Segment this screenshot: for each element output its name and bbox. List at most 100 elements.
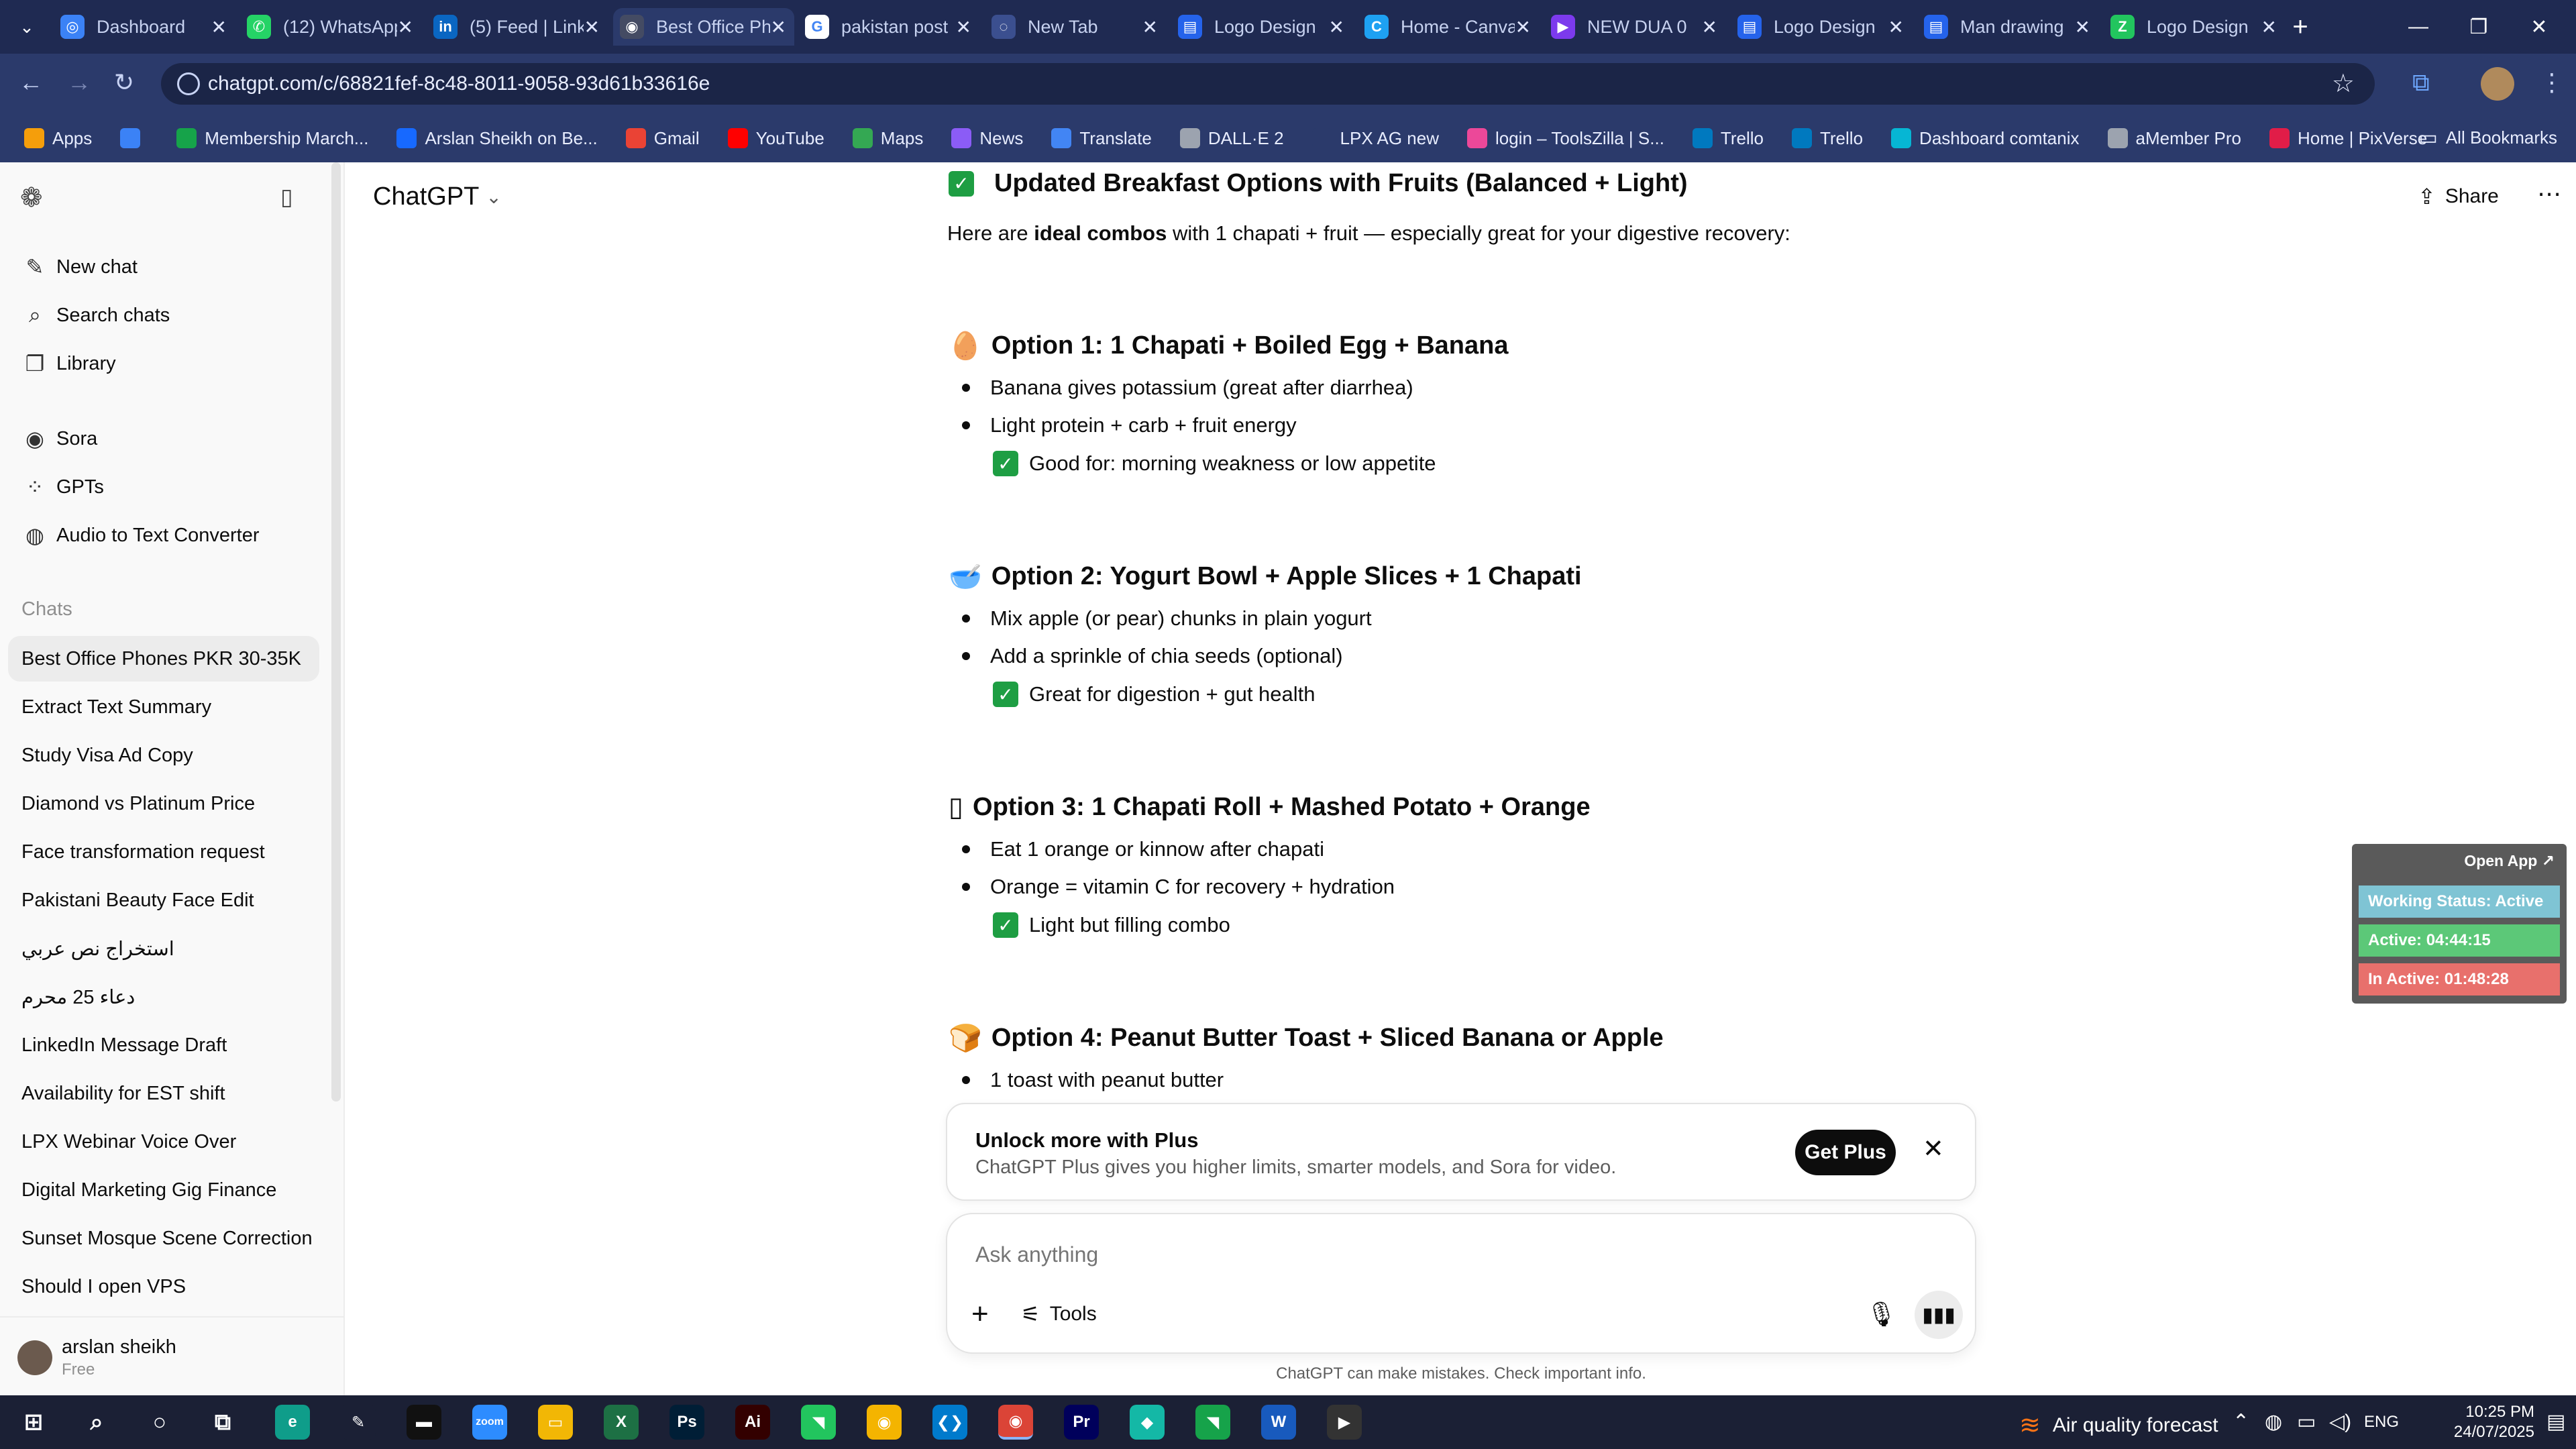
forward-icon[interactable]: → [67, 68, 91, 97]
bookmark-item[interactable]: Maps [852, 128, 923, 149]
restore-icon[interactable]: ❐ [2449, 0, 2509, 54]
tab-close-icon[interactable]: ✕ [211, 16, 227, 38]
app-green2-app-icon[interactable]: ◥ [1195, 1405, 1230, 1440]
omnibox[interactable]: chatgpt.com/c/68821fef-8c48-8011-9058-93… [161, 63, 2375, 105]
edge-app-icon[interactable]: e [275, 1405, 310, 1440]
browser-tab[interactable]: ◎ Dashboard ✕ [54, 8, 235, 46]
app-green-app-icon[interactable]: ◥ [801, 1405, 836, 1440]
bookmark-item[interactable]: Membership March... [176, 128, 368, 149]
browser-tab[interactable]: ▤ Logo Design ✕ [1731, 8, 1912, 46]
browser-tab[interactable]: C Home - Canva ✕ [1358, 8, 1539, 46]
browser-tab[interactable]: ▤ Man drawing ✕ [1917, 8, 2098, 46]
chat-history-item[interactable]: Should I open VPS [8, 1264, 319, 1309]
tab-close-icon[interactable]: ✕ [1515, 16, 1531, 38]
camera-icon[interactable]: ◍ [2265, 1410, 2282, 1434]
premiere-app-icon[interactable]: Pr [1064, 1405, 1099, 1440]
vscode-app-icon[interactable]: ❮❯ [932, 1405, 967, 1440]
sidebar-scrollbar[interactable] [331, 162, 341, 1102]
browser-tab[interactable]: ▤ Logo Design ✕ [1171, 8, 1352, 46]
model-selector[interactable]: ChatGPT ⌄ [373, 182, 502, 211]
browser-tab[interactable]: ◉ Best Office Phones✕ [613, 8, 794, 46]
user-profile[interactable]: arslan sheikh Free [0, 1316, 345, 1395]
chat-history-item[interactable]: Extract Text Summary [8, 684, 319, 730]
get-plus-button[interactable]: Get Plus [1795, 1130, 1896, 1175]
weather-widget[interactable]: ≋ Air quality forecast [2019, 1410, 2218, 1440]
extensions-icon[interactable]: ⧉ [2412, 68, 2430, 97]
chat-history-item[interactable]: LPX Webinar Voice Over [8, 1119, 319, 1165]
pen-app-icon[interactable]: ✎ [341, 1405, 376, 1440]
excel-app-icon[interactable]: X [604, 1405, 639, 1440]
url-text[interactable]: chatgpt.com/c/68821fef-8c48-8011-9058-93… [208, 72, 710, 95]
tab-close-icon[interactable]: ✕ [1702, 16, 1717, 38]
bookmark-item[interactable]: login – ToolsZilla | S... [1466, 128, 1664, 149]
browser-tab[interactable]: Gpakistan post ✕ [798, 8, 979, 46]
chat-history-item[interactable]: Availability for EST shift [8, 1071, 319, 1116]
tab-close-icon[interactable]: ✕ [584, 16, 600, 38]
tools-button[interactable]: ⚟ Tools [1021, 1301, 1097, 1327]
photoshop-app-icon[interactable]: Ps [669, 1405, 704, 1440]
close-icon[interactable]: ✕ [1923, 1134, 1944, 1164]
media-app-icon[interactable]: ▶ [1327, 1405, 1362, 1440]
bookmark-item[interactable]: YouTube [727, 128, 824, 149]
chat-history-item[interactable]: Pakistani Beauty Face Edit [8, 877, 319, 923]
sidebar-item-audio-to-text-converter[interactable]: ◍ Audio to Text Converter [21, 515, 260, 555]
zoom-app-icon[interactable]: zoom [472, 1405, 507, 1440]
bookmark-item[interactable]: aMember Pro [2107, 128, 2241, 149]
back-icon[interactable]: ← [19, 68, 43, 97]
open-app-link[interactable]: Open App ↗ [2464, 852, 2555, 870]
browser-tab[interactable]: ✆ (12) WhatsApp ✕ [240, 8, 421, 46]
illustrator-app-icon[interactable]: Ai [735, 1405, 770, 1440]
browser-tab[interactable]: ▶ NEW DUA 0 ✕ [1544, 8, 1725, 46]
bookmark-item[interactable]: Arslan Sheikh on Be... [396, 128, 598, 149]
tab-close-icon[interactable]: ✕ [1329, 16, 1344, 38]
chrome-app-icon[interactable]: ◉ [867, 1405, 902, 1440]
explorer-app-icon[interactable]: ▭ [538, 1405, 573, 1440]
language-indicator[interactable]: ENG [2364, 1413, 2399, 1432]
browser-tab[interactable]: ◌ New Tab ✕ [985, 8, 1166, 46]
tab-close-icon[interactable]: ✕ [771, 16, 786, 38]
sidebar-item-gpts[interactable]: ⁘ GPTs [21, 467, 104, 507]
chat-history-item[interactable]: Diamond vs Platinum Price [8, 781, 319, 826]
close-window-icon[interactable]: ✕ [2509, 0, 2569, 54]
volume-icon[interactable]: ◁) [2329, 1410, 2351, 1434]
cortana-icon[interactable]: ○ [142, 1405, 177, 1440]
tab-close-icon[interactable]: ✕ [398, 16, 413, 38]
tab-close-icon[interactable]: ✕ [1888, 16, 1904, 38]
windows-start-icon[interactable]: ⊞ [16, 1405, 51, 1440]
clock[interactable]: 10:25 PM 24/07/2025 [2427, 1402, 2534, 1442]
close-sidebar-icon[interactable]: ▯ [280, 184, 293, 211]
voice-mode-button[interactable]: ▮▮▮ [1915, 1291, 1963, 1339]
browser-tab[interactable]: Z Logo Design ✕ [2104, 8, 2285, 46]
bookmark-item[interactable]: Home | PixVerse [2269, 128, 2427, 149]
chat-history-item[interactable]: Sunset Mosque Scene Correction [8, 1216, 319, 1261]
bookmark-item[interactable] [120, 128, 148, 148]
share-button[interactable]: ⇪ Share [2418, 184, 2499, 209]
bookmark-item[interactable]: Dashboard comtanix [1891, 128, 2080, 149]
word-app-icon[interactable]: W [1261, 1405, 1296, 1440]
more-options-icon[interactable]: ⋯ [2537, 180, 2561, 208]
bookmark-item[interactable]: Gmail [625, 128, 700, 149]
task-view-icon[interactable]: ⧉ [205, 1405, 240, 1440]
openai-logo-icon[interactable]: ❁ [20, 182, 43, 213]
sidebar-item-new-chat[interactable]: ✎ New chat [21, 247, 138, 287]
bookmark-item[interactable]: Apps [24, 128, 92, 149]
bookmark-item[interactable]: Trello [1692, 128, 1764, 149]
sidebar-item-search-chats[interactable]: ⌕ Search chats [21, 295, 170, 335]
chat-history-item[interactable]: Digital Marketing Gig Finance [8, 1167, 319, 1213]
tab-close-icon[interactable]: ✕ [1142, 16, 1158, 38]
bookmark-item[interactable]: LPX AG new [1311, 128, 1439, 149]
browser-menu-icon[interactable]: ⋮ [2540, 68, 2564, 97]
microphone-icon[interactable]: 🎙 [1866, 1300, 1897, 1328]
bookmark-item[interactable]: Translate [1051, 128, 1152, 149]
tab-search-chevron-icon[interactable]: ⌄ [0, 0, 54, 54]
search-icon[interactable]: ⌕ [79, 1405, 114, 1440]
chat-history-item[interactable]: استخراج نص عربي [8, 926, 319, 971]
app-teal-app-icon[interactable]: ◆ [1130, 1405, 1165, 1440]
bookmark-item[interactable]: DALL·E 2 [1179, 128, 1284, 149]
minimize-icon[interactable]: — [2388, 0, 2449, 54]
profile-avatar[interactable] [2481, 67, 2514, 101]
chat-history-item[interactable]: Study Visa Ad Copy [8, 733, 319, 778]
new-tab-button[interactable]: + [2270, 0, 2330, 54]
site-info-icon[interactable] [177, 72, 200, 95]
reload-icon[interactable]: ↻ [114, 68, 134, 97]
